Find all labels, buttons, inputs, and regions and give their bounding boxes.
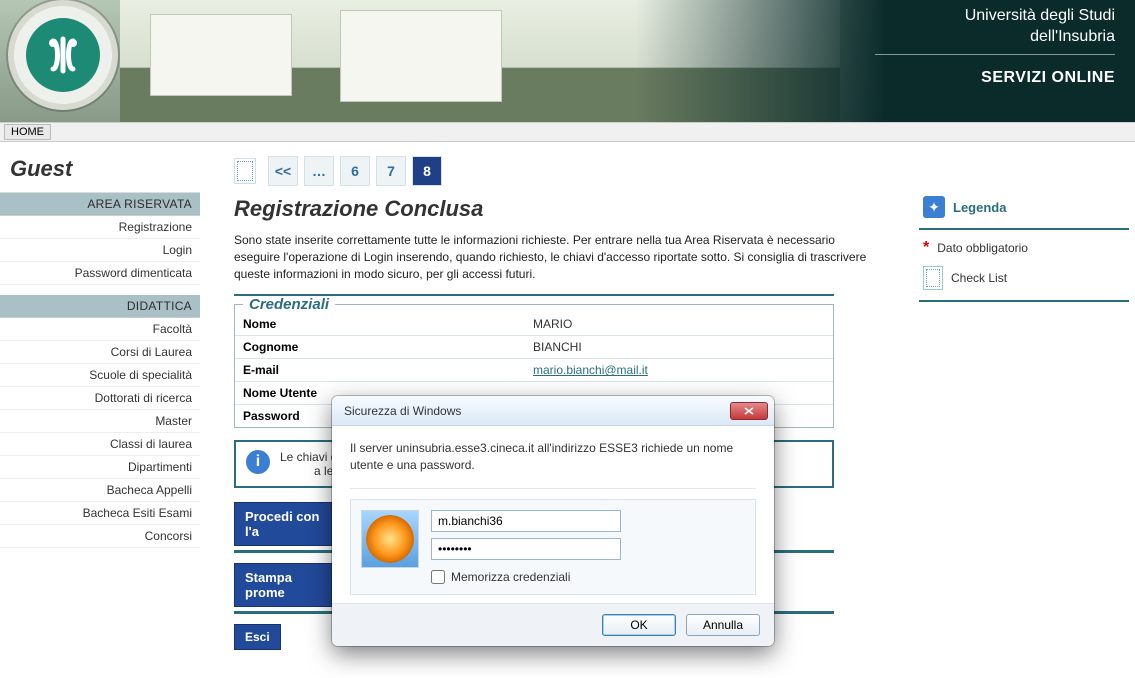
sidebar-item-dipartimenti[interactable]: Dipartimenti — [0, 456, 200, 479]
dialog-close-button[interactable] — [730, 402, 768, 420]
right-column: Legenda * Dato obbligatorio Check List — [919, 142, 1135, 674]
right-divider — [919, 228, 1129, 230]
credentials-legend: Credenziali — [243, 296, 335, 313]
dialog-cancel-button[interactable]: Annulla — [686, 614, 760, 636]
university-name-line1: Università degli Studi — [875, 6, 1115, 27]
dialog-password-input[interactable] — [431, 538, 621, 560]
dialog-ok-button[interactable]: OK — [602, 614, 676, 636]
required-label: Dato obbligatorio — [937, 241, 1028, 255]
value-cognome: BIANCHI — [525, 336, 833, 359]
pager-6[interactable]: 6 — [340, 156, 370, 186]
dialog-titlebar: Sicurezza di Windows — [332, 396, 774, 426]
dialog-body: Il server uninsubria.esse3.cineca.it all… — [332, 426, 774, 603]
table-row: NomeMARIO — [235, 313, 833, 336]
pager-7[interactable]: 7 — [376, 156, 406, 186]
pager-8[interactable]: 8 — [412, 156, 442, 186]
step-pager: << … 6 7 8 — [234, 156, 879, 186]
sidebar-item-password-dimenticata[interactable]: Password dimenticata — [0, 262, 200, 285]
banner-text: Università degli Studi dell'Insubria SER… — [875, 6, 1115, 87]
banner-divider — [875, 54, 1115, 55]
windows-security-dialog: Sicurezza di Windows Il server uninsubri… — [332, 396, 774, 646]
label-cognome: Cognome — [235, 336, 525, 359]
info-text-prefix: Le chiavi d — [280, 450, 337, 464]
legend-label: Legenda — [953, 200, 1006, 215]
table-row: CognomeBIANCHI — [235, 336, 833, 359]
pager-dots[interactable]: … — [304, 156, 334, 186]
sidebar-section-reserved: AREA RISERVATA — [0, 193, 200, 216]
dialog-remember-row[interactable]: Memorizza credenziali — [431, 570, 745, 584]
esci-button[interactable]: Esci — [234, 624, 281, 650]
university-name-line2: dell'Insubria — [875, 27, 1115, 48]
sidebar-item-master[interactable]: Master — [0, 410, 200, 433]
pager-prev[interactable]: << — [268, 156, 298, 186]
dialog-username-input[interactable] — [431, 510, 621, 532]
pin-icon — [923, 196, 945, 218]
sidebar-user: Guest — [0, 142, 200, 193]
user-avatar-icon — [361, 510, 419, 568]
table-row: E-mail mario.bianchi@mail.it — [235, 359, 833, 382]
sidebar-item-bacheca-appelli[interactable]: Bacheca Appelli — [0, 479, 200, 502]
sidebar-item-concorsi[interactable]: Concorsi — [0, 525, 200, 548]
value-email[interactable]: mario.bianchi@mail.it — [533, 363, 648, 377]
close-icon — [744, 407, 754, 415]
label-email: E-mail — [235, 359, 525, 382]
dialog-remember-checkbox[interactable] — [431, 570, 445, 584]
dialog-title: Sicurezza di Windows — [344, 404, 461, 418]
sidebar-item-facolta[interactable]: Facoltà — [0, 318, 200, 341]
info-icon: i — [246, 450, 270, 474]
sidebar-item-classi[interactable]: Classi di laurea — [0, 433, 200, 456]
required-row: * Dato obbligatorio — [919, 240, 1129, 256]
dialog-credentials-panel: Memorizza credenziali — [350, 499, 756, 595]
top-nav: HOME — [0, 122, 1135, 142]
sidebar-item-bacheca-esiti[interactable]: Bacheca Esiti Esami — [0, 502, 200, 525]
intro-text: Sono state inserite correttamente tutte … — [234, 232, 874, 282]
right-divider — [919, 300, 1129, 302]
logo-inner — [26, 18, 100, 92]
sidebar-section-didattica: DIDATTICA — [0, 295, 200, 318]
sidebar-item-login[interactable]: Login — [0, 239, 200, 262]
checklist-icon — [923, 266, 943, 290]
checklist-label: Check List — [951, 271, 1007, 285]
sidebar: Guest AREA RISERVATA Registrazione Login… — [0, 142, 200, 674]
page-title: Registrazione Conclusa — [234, 196, 879, 222]
legend-row: Legenda — [919, 196, 1129, 218]
stampa-button[interactable]: Stampa prome — [234, 563, 334, 607]
value-nome: MARIO — [525, 313, 833, 336]
dialog-remember-label: Memorizza credenziali — [451, 570, 570, 584]
label-nome: Nome — [235, 313, 525, 336]
dialog-message: Il server uninsubria.esse3.cineca.it all… — [350, 440, 756, 474]
dialog-separator — [350, 488, 756, 489]
services-online-label: SERVIZI ONLINE — [875, 69, 1115, 87]
sidebar-item-dottorati[interactable]: Dottorati di ricerca — [0, 387, 200, 410]
sidebar-item-scuole[interactable]: Scuole di specialità — [0, 364, 200, 387]
header-banner: Università degli Studi dell'Insubria SER… — [0, 0, 1135, 122]
logo-glyph-icon — [39, 31, 87, 79]
university-logo — [8, 0, 118, 110]
sidebar-item-registrazione[interactable]: Registrazione — [0, 216, 200, 239]
asterisk-icon: * — [923, 240, 929, 256]
procedi-button[interactable]: Procedi con l'a — [234, 502, 334, 546]
checklist-pager-icon — [234, 158, 256, 184]
sidebar-item-corsi[interactable]: Corsi di Laurea — [0, 341, 200, 364]
dialog-footer: OK Annulla — [332, 603, 774, 646]
nav-home[interactable]: HOME — [4, 124, 51, 140]
checklist-row: Check List — [919, 266, 1129, 290]
